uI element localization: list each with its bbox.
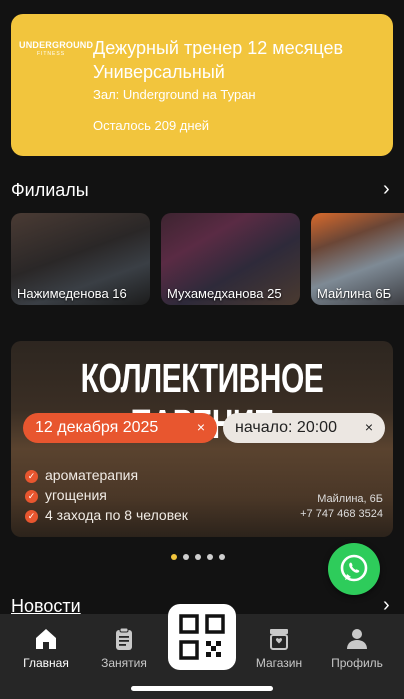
branches-chevron-right-icon[interactable]: ›	[383, 178, 390, 201]
branches-title: Филиалы	[11, 180, 89, 200]
membership-gym: Зал: Underground на Туран	[93, 87, 256, 102]
check-icon: ✓	[25, 489, 38, 503]
whatsapp-button[interactable]	[328, 543, 380, 595]
banner-feature: ✓ ароматерапия	[25, 467, 138, 483]
check-icon: ✓	[25, 509, 38, 523]
promo-banner[interactable]: КОЛЛЕКТИВНОЕ ПАРЕНИЕ 12 декабря 2025 × н…	[11, 341, 393, 537]
banner-date: 12 декабря 2025	[35, 419, 159, 436]
banner-time: начало: 20:00	[235, 419, 337, 436]
branch-label: Нажимеденова 16	[17, 286, 127, 301]
branch-label: Майлина 6Б	[317, 286, 392, 301]
home-icon	[36, 629, 56, 649]
carousel-dot[interactable]	[195, 554, 201, 560]
banner-address: Майлина, 6Б	[317, 493, 383, 505]
carousel-dot[interactable]	[219, 554, 225, 560]
carousel-dot[interactable]	[171, 554, 177, 560]
carousel-dot[interactable]	[183, 554, 189, 560]
close-icon: ×	[364, 419, 373, 435]
whatsapp-icon	[340, 554, 368, 582]
carousel-dot[interactable]	[207, 554, 213, 560]
banner-feature: ✓ 4 захода по 8 человек	[25, 507, 188, 523]
membership-remaining: Осталось 209 дней	[93, 118, 210, 133]
tab-shop[interactable]: Магазин	[244, 624, 314, 670]
branch-card-3[interactable]: Майлина 6Б	[311, 213, 404, 305]
branch-card-1[interactable]: Нажимеденова 16	[11, 213, 150, 305]
branch-label: Мухамедханова 25	[167, 286, 282, 301]
shop-icon	[270, 629, 288, 650]
qr-code-button[interactable]	[168, 604, 236, 670]
membership-card[interactable]: UNDERGROUND FITNESS Дежурный тренер 12 м…	[11, 14, 393, 156]
tab-home[interactable]: Главная	[11, 624, 81, 670]
branch-card-2[interactable]: Мухамедханова 25	[161, 213, 300, 305]
close-icon: ×	[196, 419, 205, 435]
banner-date-pill: 12 декабря 2025 ×	[23, 413, 217, 443]
banner-time-pill: начало: 20:00 ×	[223, 413, 385, 443]
tab-profile[interactable]: Профиль	[322, 624, 392, 670]
tab-classes[interactable]: Занятия	[89, 624, 159, 670]
check-icon: ✓	[25, 469, 38, 483]
gym-logo: UNDERGROUND FITNESS	[19, 40, 94, 57]
qr-code-icon	[179, 614, 225, 660]
clipboard-icon	[116, 627, 132, 650]
membership-title: Дежурный тренер 12 месяцев Универсальный	[93, 38, 344, 82]
carousel-indicator	[171, 547, 231, 565]
banner-feature: ✓ угощения	[25, 487, 107, 503]
home-indicator	[131, 686, 273, 691]
profile-icon	[347, 629, 367, 649]
banner-phone: +7 747 468 3524	[300, 508, 383, 520]
